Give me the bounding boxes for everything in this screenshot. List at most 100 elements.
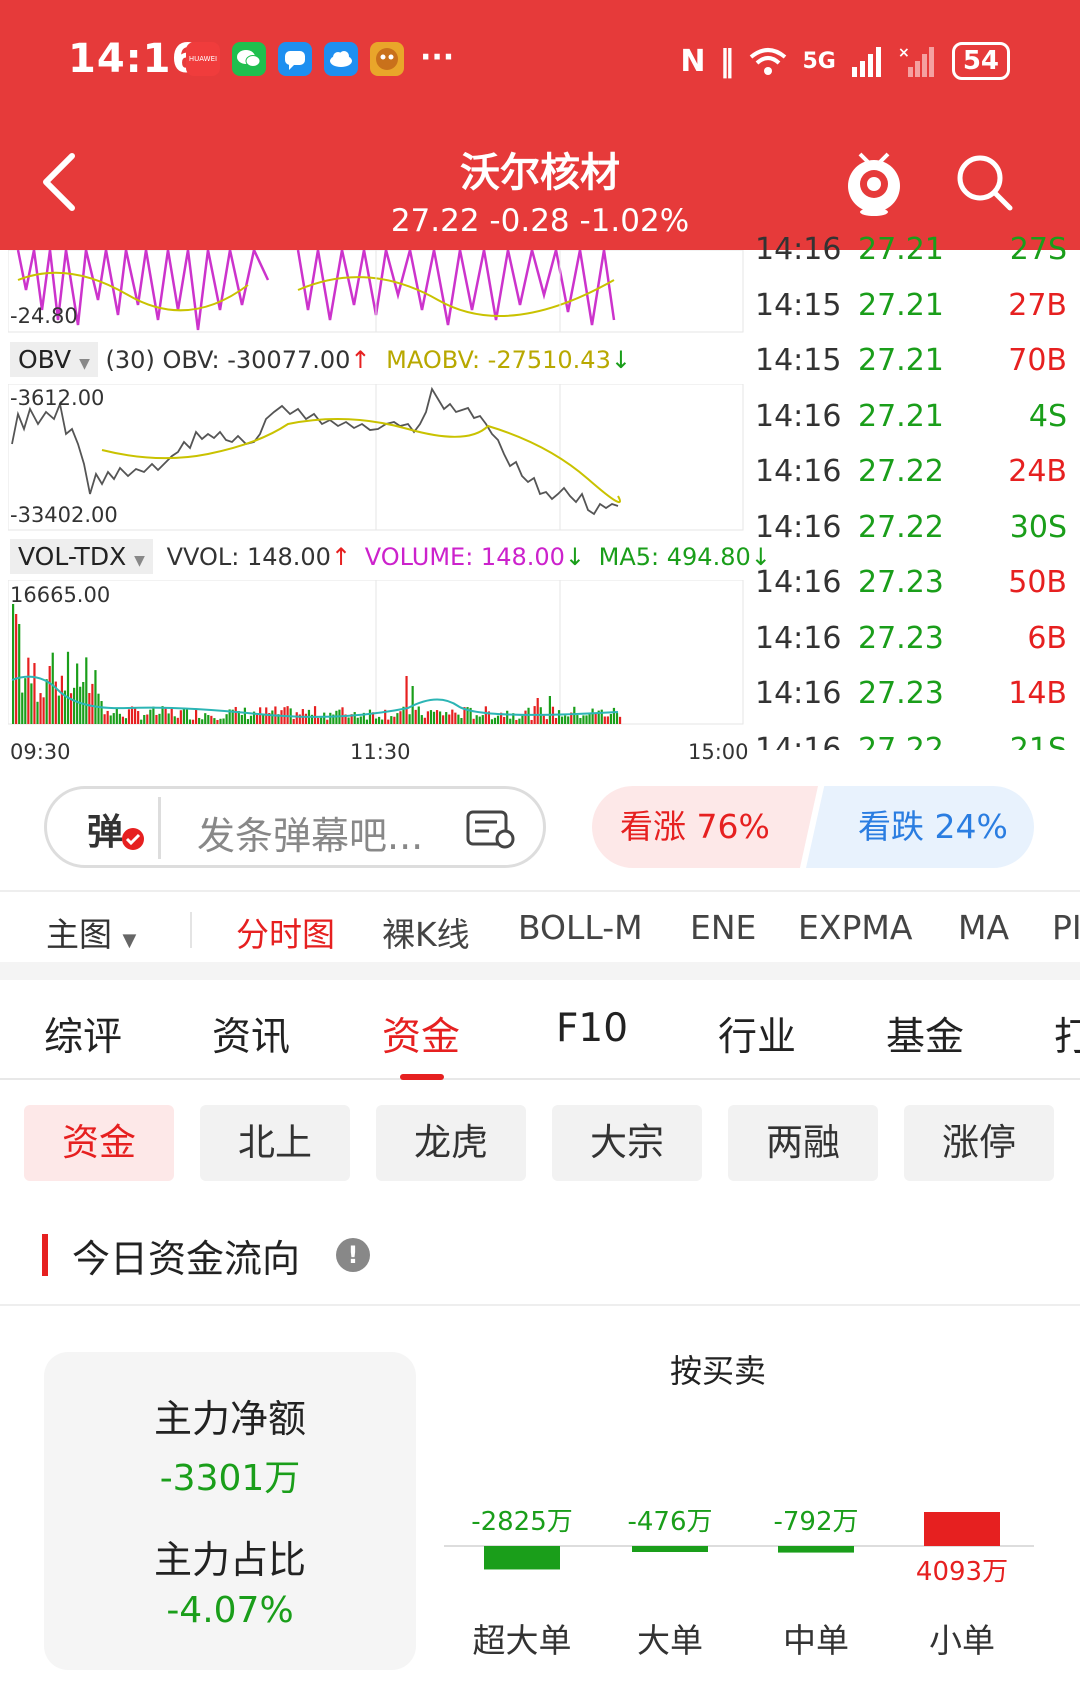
volume-bar bbox=[573, 706, 576, 724]
tab-pi[interactable]: PI bbox=[1052, 908, 1080, 947]
tick-volume: 27S bbox=[1009, 232, 1067, 268]
volume-bar bbox=[51, 652, 54, 724]
volume-bar bbox=[490, 719, 494, 724]
volume-bar bbox=[554, 717, 558, 724]
volume-bar bbox=[185, 708, 189, 724]
volume-bar bbox=[85, 657, 88, 724]
chart-type-tabs: 主图 ▼ 分时图 裸K线 BOLL-M ENE EXPMA MA PI bbox=[0, 890, 1080, 962]
tab-boll-m[interactable]: BOLL-M bbox=[518, 908, 643, 947]
chip-zijin[interactable]: 资金 bbox=[24, 1105, 174, 1181]
obv-select[interactable]: OBV ▼ bbox=[10, 342, 98, 377]
obv-header: OBV ▼ (30) OBV: -30077.00↑ MAOBV: -27510… bbox=[10, 342, 631, 377]
volume-bar bbox=[39, 693, 42, 724]
volume-bar bbox=[234, 706, 237, 724]
volume-bar bbox=[48, 666, 51, 724]
volume-bar bbox=[365, 719, 368, 724]
tab-expma[interactable]: EXPMA bbox=[798, 908, 912, 947]
tick-time: 14:16 bbox=[755, 565, 842, 601]
tab-hangye[interactable]: 行业 bbox=[718, 1006, 796, 1062]
volume-bar bbox=[448, 714, 451, 724]
volume-bar bbox=[256, 714, 259, 724]
volume-bar bbox=[423, 717, 426, 724]
volume-bar bbox=[481, 715, 484, 724]
volume-bar bbox=[57, 695, 60, 724]
volume-bar bbox=[536, 698, 539, 724]
main-chart-label: 主图 bbox=[46, 915, 112, 954]
flow-value-label: -792万 bbox=[773, 1507, 858, 1537]
tick-time: 14:16 bbox=[755, 454, 842, 490]
vote-down-button[interactable]: 看跌 24% bbox=[806, 786, 1034, 868]
volume-bar bbox=[478, 716, 481, 724]
vote-up-button[interactable]: 看涨 76% bbox=[592, 786, 818, 868]
danmu-input[interactable]: 弹 发条弹幕吧... bbox=[44, 786, 546, 868]
chip-longhu[interactable]: 龙虎 bbox=[376, 1105, 526, 1181]
volume-bar bbox=[33, 663, 36, 724]
tab-luokxian[interactable]: 裸K线 bbox=[382, 908, 470, 956]
search-icon[interactable] bbox=[952, 150, 1016, 214]
tick-price: 27.21 bbox=[858, 287, 944, 323]
tab-f10[interactable]: F10 bbox=[556, 1006, 628, 1051]
tab-zixun[interactable]: 资讯 bbox=[212, 1006, 290, 1062]
tick-row: 14:16 27.21 27S bbox=[755, 222, 1075, 278]
chip-beishang[interactable]: 北上 bbox=[200, 1105, 350, 1181]
vol-select[interactable]: VOL-TDX ▼ bbox=[10, 539, 153, 574]
tab-zongping[interactable]: 综评 bbox=[44, 1006, 122, 1062]
danmu-edit-icon[interactable] bbox=[465, 809, 515, 849]
tab-ma[interactable]: MA bbox=[958, 908, 1009, 947]
volume-bar bbox=[210, 715, 213, 724]
volume-bar bbox=[381, 719, 384, 724]
chip-dazong[interactable]: 大宗 bbox=[552, 1105, 702, 1181]
volume-bar bbox=[356, 717, 359, 724]
volume-bar bbox=[368, 709, 372, 724]
tab-more[interactable]: 打 bbox=[1054, 1006, 1080, 1062]
info-icon[interactable]: ! bbox=[336, 1238, 370, 1272]
flow-value-label: -2825万 bbox=[471, 1507, 573, 1537]
tick-time: 14:16 bbox=[755, 509, 842, 545]
time-axis-mid: 11:30 bbox=[350, 740, 411, 764]
volume-bar bbox=[451, 709, 454, 724]
ma5-value: MA5: 494.80 bbox=[598, 543, 751, 571]
tab-ene[interactable]: ENE bbox=[690, 908, 756, 947]
volume-bar bbox=[12, 604, 15, 724]
volume-bar bbox=[94, 670, 97, 724]
section-accent-bar bbox=[42, 1234, 48, 1276]
volume-bar bbox=[518, 718, 521, 724]
chevron-down-icon: ▼ bbox=[122, 930, 137, 951]
chip-zhangting[interactable]: 涨停 bbox=[904, 1105, 1054, 1181]
main-chart-select[interactable]: 主图 ▼ bbox=[46, 908, 136, 956]
fund-summary-card: 主力净额 -3301万 主力占比 -4.07% bbox=[44, 1352, 416, 1670]
tab-zijin[interactable]: 资金 bbox=[382, 1006, 460, 1062]
tick-row: 14:15 27.21 27B bbox=[755, 278, 1075, 334]
signal-2-icon: × bbox=[898, 45, 934, 77]
section-gap bbox=[0, 962, 1080, 980]
tick-price: 27.23 bbox=[858, 565, 944, 601]
mascot-icon[interactable] bbox=[842, 146, 906, 216]
chip-liangrong[interactable]: 两融 bbox=[728, 1105, 878, 1181]
volume-bar bbox=[585, 715, 588, 724]
volume-bar bbox=[21, 692, 24, 724]
volume-bar bbox=[124, 718, 128, 724]
volume-bar bbox=[295, 712, 298, 724]
tick-volume: 24B bbox=[1008, 454, 1067, 490]
volume-bar bbox=[222, 718, 225, 724]
danmu-toggle[interactable]: 弹 bbox=[57, 797, 161, 859]
svg-text:×: × bbox=[898, 45, 910, 61]
wechat-icon bbox=[232, 42, 266, 76]
tick-price: 27.22 bbox=[858, 731, 944, 750]
net-value: -3301万 bbox=[159, 1458, 301, 1499]
volume-bar bbox=[429, 710, 433, 724]
flow-value-label: -476万 bbox=[627, 1507, 712, 1537]
vol-max-label: 16665.00 bbox=[10, 583, 111, 607]
volume-bar bbox=[320, 717, 323, 724]
volume-bar bbox=[359, 716, 362, 724]
volume-bar bbox=[393, 716, 396, 724]
volume-bar bbox=[137, 711, 140, 724]
tick-list: 14:16 27.21 27S 14:15 27.21 27B 14:15 27.21 70B 1… bbox=[755, 222, 1075, 750]
volume-bar bbox=[576, 715, 579, 724]
tab-jijin[interactable]: 基金 bbox=[886, 1006, 964, 1062]
volume-bar bbox=[588, 714, 591, 724]
tab-fenshitu[interactable]: 分时图 bbox=[236, 908, 335, 956]
volume-bar bbox=[603, 716, 606, 724]
volume-bar bbox=[76, 663, 79, 724]
volume-bar bbox=[457, 714, 460, 724]
